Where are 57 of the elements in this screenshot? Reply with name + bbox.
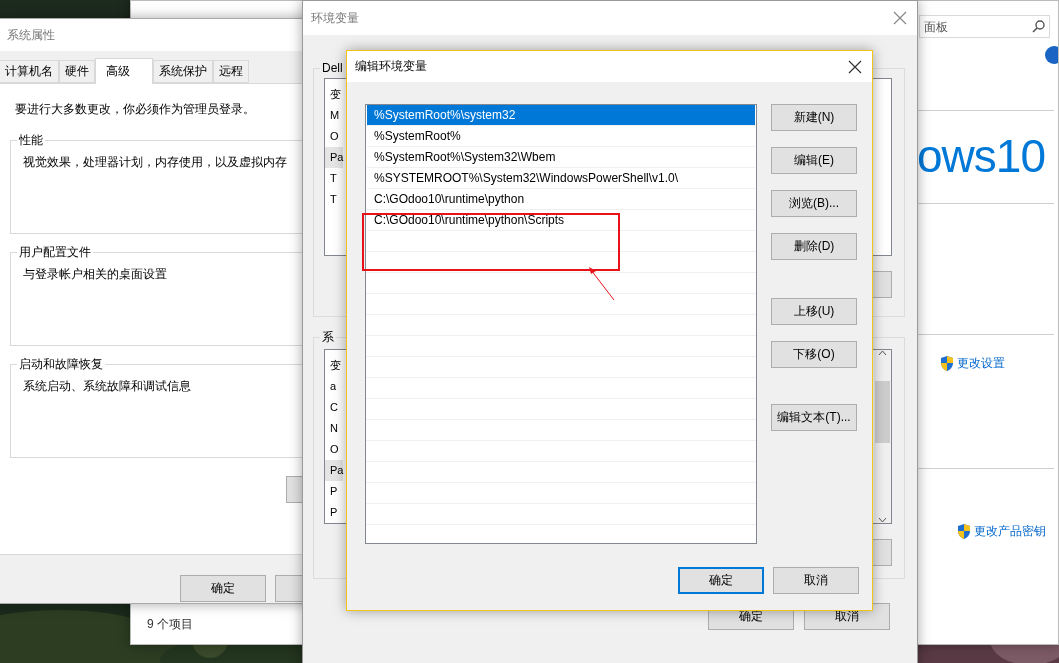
list-item[interactable]: C xyxy=(325,397,338,418)
list-item[interactable]: N xyxy=(325,418,338,439)
action-button[interactable]: 删除(D) xyxy=(771,233,857,260)
list-item[interactable]: O xyxy=(325,126,339,147)
group-title: 性能 xyxy=(18,132,44,149)
tab[interactable]: 硬件 xyxy=(59,60,95,83)
action-button[interactable]: 上移(U) xyxy=(771,298,857,325)
shield-icon xyxy=(939,355,955,372)
action-button[interactable]: 浏览(B)... xyxy=(771,190,857,217)
scrollbar[interactable] xyxy=(874,350,891,523)
action-button[interactable]: 编辑(E) xyxy=(771,147,857,174)
tab[interactable]: 远程 xyxy=(213,60,249,83)
notice-text: 要进行大多数更改，你必须作为管理员登录。 xyxy=(15,101,256,118)
list-item[interactable]: Pa xyxy=(325,147,344,168)
close-icon xyxy=(848,59,862,74)
chevron-down-icon[interactable] xyxy=(878,517,887,523)
list-item[interactable]: T xyxy=(325,189,337,210)
group-description: 系统启动、系统故障和调试信息 xyxy=(23,378,192,395)
list-item[interactable]: %SystemRoot%\system32 xyxy=(367,105,755,126)
list-item[interactable]: Pa xyxy=(325,460,344,481)
list-item[interactable]: O xyxy=(325,439,339,460)
list-item[interactable]: T xyxy=(325,168,337,189)
close-icon xyxy=(893,11,907,25)
ok-button[interactable]: 确定 xyxy=(180,575,266,602)
tab[interactable]: 高级 xyxy=(95,58,153,84)
brand-text: ows10 xyxy=(917,131,1045,181)
window-title: 编辑环境变量 xyxy=(355,58,427,75)
group-description: 视觉效果，处理器计划，内存使用，以及虚拟内存 xyxy=(23,154,288,171)
shield-icon xyxy=(956,523,972,540)
group-title: 启动和故障恢复 xyxy=(18,356,104,373)
column-header: 变 xyxy=(329,87,341,102)
group-title: 用户配置文件 xyxy=(18,244,92,261)
action-button[interactable]: 新建(N) xyxy=(771,104,857,131)
tab[interactable]: 系统保护 xyxy=(153,60,213,83)
ok-button[interactable]: 确定 xyxy=(678,567,764,594)
list-item[interactable]: P xyxy=(325,481,338,502)
column-header: 变 xyxy=(329,358,341,373)
window-title: 环境变量 xyxy=(311,9,359,27)
help-icon[interactable] xyxy=(1044,46,1058,64)
action-button[interactable]: 编辑文本(T)... xyxy=(771,404,857,431)
cancel-button[interactable]: 取消 xyxy=(773,567,859,594)
annotation-arrow xyxy=(587,266,617,302)
link[interactable]: 更改产品密钥 xyxy=(956,523,1046,540)
group-title: 系 xyxy=(321,329,335,346)
search-icon xyxy=(1032,20,1045,33)
link[interactable]: 更改设置 xyxy=(939,355,1005,372)
list-item[interactable]: P xyxy=(325,502,338,523)
chevron-up-icon[interactable] xyxy=(878,350,887,356)
tab[interactable]: 计算机名 xyxy=(0,60,59,83)
group-description: 与登录帐户相关的桌面设置 xyxy=(23,266,168,283)
group-title: Dell xyxy=(321,61,344,75)
status-text: 9 个项目 xyxy=(147,615,193,633)
action-button[interactable]: 下移(O) xyxy=(771,341,857,368)
search-field[interactable]: 面板 xyxy=(919,15,1050,38)
window-title: 系统属性 xyxy=(7,26,55,44)
list-item[interactable]: M xyxy=(325,105,340,126)
list-item[interactable]: a xyxy=(325,376,337,397)
